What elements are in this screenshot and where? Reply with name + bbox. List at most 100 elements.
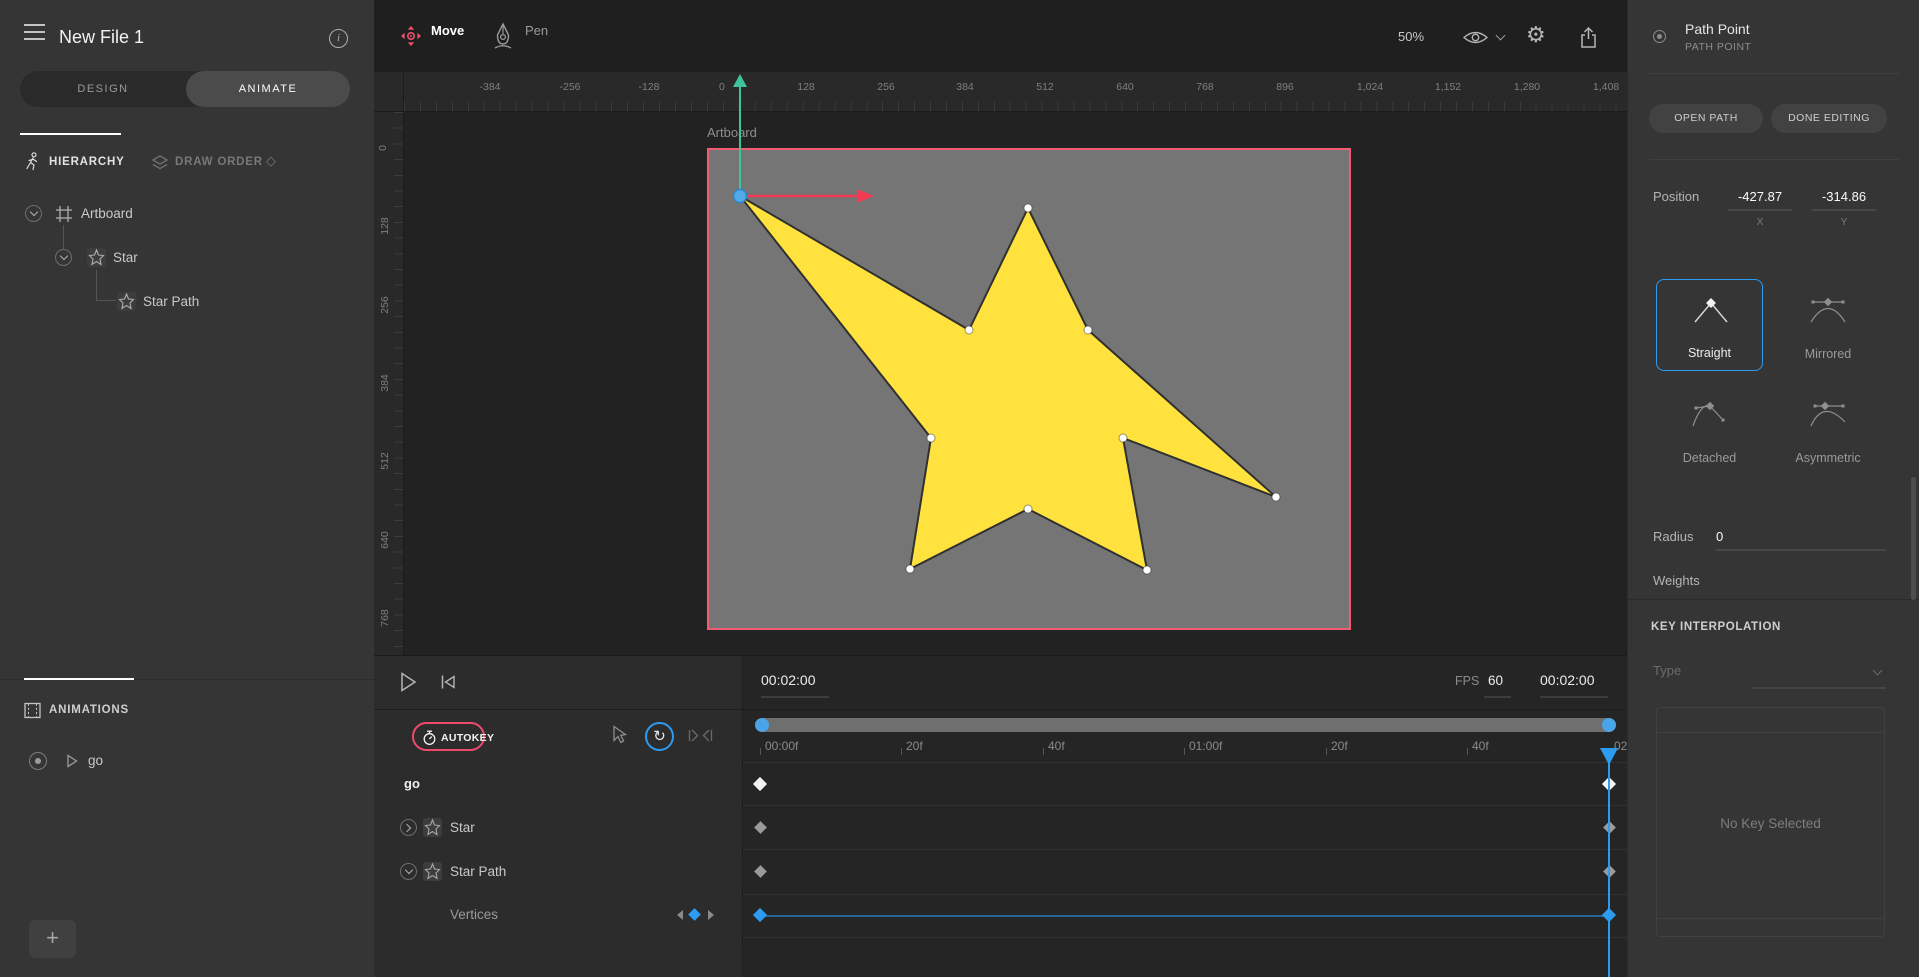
position-x-field[interactable]: -427.87: [1728, 189, 1792, 204]
pingpong-mode-icon[interactable]: [688, 728, 713, 748]
pen-tool[interactable]: [492, 22, 514, 55]
fps-field[interactable]: 60: [1488, 673, 1503, 688]
timeline-scrubbar[interactable]: [755, 718, 1616, 732]
tab-design[interactable]: DESIGN: [20, 71, 186, 107]
mode-toggle[interactable]: DESIGN ANIMATE: [20, 71, 350, 107]
play-button[interactable]: [398, 671, 418, 698]
animation-active-radio[interactable]: [29, 752, 47, 770]
loop-mode-button[interactable]: ↻: [645, 722, 674, 751]
prev-key-button[interactable]: [677, 910, 683, 920]
key-type-dropdown-chevron-icon[interactable]: [1873, 666, 1883, 676]
inspector-panel: Path Point PATH POINT OPEN PATH DONE EDI…: [1627, 0, 1919, 977]
tab-hierarchy[interactable]: HIERARCHY: [49, 156, 125, 168]
star-expand-chevron[interactable]: [55, 249, 72, 266]
track-starpath-label[interactable]: Star Path: [450, 864, 506, 879]
done-editing-button[interactable]: DONE EDITING: [1771, 104, 1887, 133]
keyframe-go-start[interactable]: [753, 777, 767, 791]
x-axis-arrowhead-icon: [858, 190, 874, 203]
fps-label: FPS: [1455, 674, 1479, 688]
radius-label: Radius: [1653, 529, 1693, 544]
frame-ruler-label: 00:00f: [765, 739, 798, 753]
track-star-expand-chevron[interactable]: [400, 819, 417, 836]
key-type-label: Type: [1653, 663, 1681, 678]
track-starpath-icon: [423, 862, 442, 881]
canvas-viewport[interactable]: -384 -256 -128 0 128 256 384 512 640 768…: [374, 72, 1627, 655]
inspector-title: Path Point: [1685, 21, 1750, 37]
open-path-button[interactable]: OPEN PATH: [1649, 104, 1763, 133]
keyframe-star-start[interactable]: [754, 821, 767, 834]
frame-ruler-label: 40f: [1048, 739, 1065, 753]
track-go-label[interactable]: go: [404, 776, 420, 791]
eye-icon: [1462, 29, 1489, 46]
tree-item-star-path[interactable]: Star Path: [143, 294, 199, 309]
move-icon: [401, 26, 421, 46]
move-tool[interactable]: [401, 26, 421, 51]
visibility-dropdown-chevron-icon[interactable]: [1496, 31, 1506, 41]
tree-connector: [96, 270, 97, 301]
current-time-field[interactable]: 00:02:00: [761, 672, 816, 688]
duration-field[interactable]: 00:02:00: [1540, 672, 1595, 688]
corner-type-mirrored[interactable]: Mirrored: [1770, 279, 1886, 371]
animation-play-icon[interactable]: [66, 754, 78, 773]
frame-ruler-label: 20f: [906, 739, 923, 753]
animations-header: ANIMATIONS: [49, 704, 129, 716]
animation-item-go[interactable]: go: [88, 753, 103, 768]
keyframe-starpath-start[interactable]: [754, 865, 767, 878]
tree-connector: [96, 300, 116, 301]
pen-tool-label[interactable]: Pen: [525, 23, 548, 38]
skip-to-start-button[interactable]: [439, 673, 457, 696]
export-share-button[interactable]: [1578, 26, 1599, 54]
track-star-label[interactable]: Star: [450, 820, 475, 835]
inspector-scrollbar[interactable]: [1911, 477, 1916, 600]
hamburger-menu-icon[interactable]: [24, 24, 45, 45]
autokey-label: AUTOKEY: [441, 732, 494, 744]
frame-ruler-label: 20f: [1331, 739, 1348, 753]
keyframe-vertices-start[interactable]: [753, 908, 767, 922]
tree-item-star[interactable]: Star: [113, 250, 138, 265]
playhead-line: [1608, 763, 1610, 977]
hierarchy-person-icon: [24, 152, 39, 176]
timeline-keys-area[interactable]: 00:00f 20f 40f 01:00f 20f 40f 02:00f: [742, 656, 1627, 977]
visibility-button[interactable]: [1462, 29, 1489, 51]
next-key-button[interactable]: [708, 910, 714, 920]
tree-item-artboard[interactable]: Artboard: [81, 206, 133, 221]
track-starpath-expand-chevron[interactable]: [400, 863, 417, 880]
vertices-key-span-line: [760, 915, 1609, 917]
path-point-radio-icon: [1653, 30, 1666, 43]
key-type-underline: [1751, 687, 1886, 689]
artboard-expand-chevron[interactable]: [25, 205, 42, 222]
share-icon: [1578, 26, 1599, 49]
position-x-axis-label: X: [1728, 216, 1792, 228]
scrub-end-cap[interactable]: [1602, 718, 1616, 732]
position-y-field[interactable]: -314.86: [1812, 189, 1876, 204]
tab-draw-order[interactable]: DRAW ORDER: [175, 156, 263, 168]
detached-corner-icon: [1688, 397, 1732, 431]
position-label: Position: [1653, 189, 1699, 204]
weights-label[interactable]: Weights: [1653, 573, 1700, 588]
scrub-start-cap[interactable]: [755, 718, 769, 732]
tab-animate[interactable]: ANIMATE: [186, 71, 350, 107]
corner-type-straight[interactable]: Straight: [1656, 279, 1763, 371]
no-key-selected-box: No Key Selected: [1656, 707, 1885, 937]
zoom-level[interactable]: 50%: [1398, 29, 1424, 44]
corner-type-detached[interactable]: Detached: [1656, 383, 1763, 475]
corner-type-asymmetric[interactable]: Asymmetric: [1770, 383, 1886, 475]
selected-path-point[interactable]: [734, 190, 747, 203]
autokey-toggle[interactable]: AUTOKEY: [412, 722, 485, 751]
star-path-shape: [740, 196, 1276, 570]
info-icon[interactable]: i: [329, 29, 348, 48]
vertices-key-indicator[interactable]: [688, 908, 701, 921]
move-tool-label[interactable]: Move: [431, 23, 464, 38]
track-star-icon: [423, 818, 442, 837]
pen-icon: [492, 22, 514, 50]
track-vertices-label[interactable]: Vertices: [450, 907, 498, 922]
cursor-tool-icon[interactable]: [611, 725, 628, 751]
star-shape-overlay[interactable]: [374, 72, 1627, 655]
left-sidebar: New File 1 i DESIGN ANIMATE HIERARCHY DR…: [0, 0, 374, 977]
fps-underline: [1484, 696, 1511, 698]
add-animation-button[interactable]: +: [29, 920, 76, 958]
settings-gear-icon[interactable]: ⚙: [1526, 22, 1546, 48]
duration-underline: [1540, 696, 1608, 698]
radius-field[interactable]: 0: [1716, 529, 1723, 544]
stopwatch-icon: [422, 730, 437, 746]
